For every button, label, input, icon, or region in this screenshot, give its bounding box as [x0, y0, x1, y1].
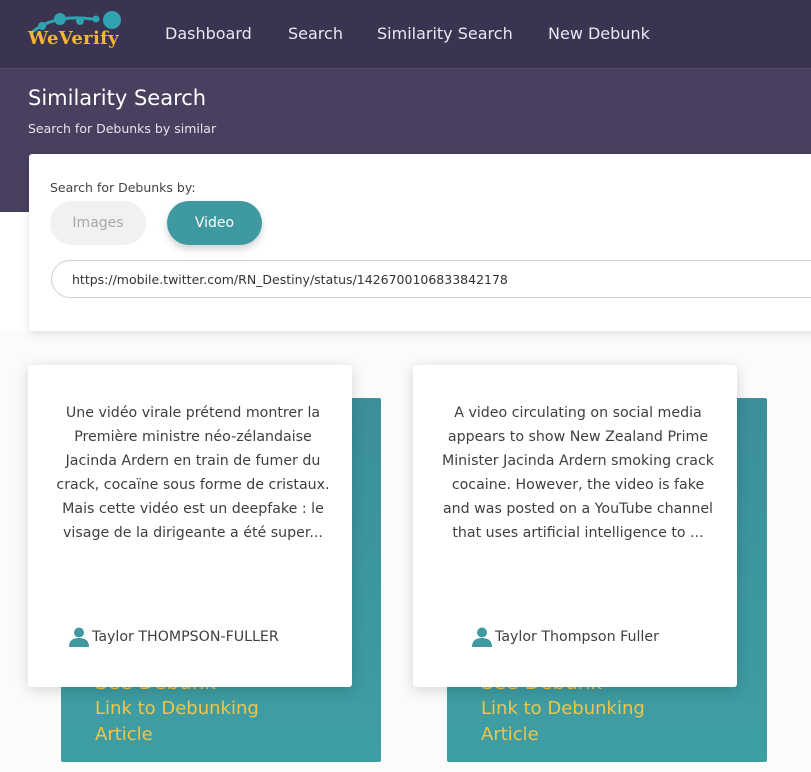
- user-icon: [472, 627, 492, 647]
- nav-dashboard[interactable]: Dashboard: [165, 24, 252, 43]
- page-subtitle: Search for Debunks by similar: [28, 121, 217, 136]
- nav-new-debunk[interactable]: New Debunk: [548, 24, 650, 43]
- images-toggle-button[interactable]: Images: [50, 201, 146, 245]
- debunk-article-link[interactable]: Link to Debunking Article: [481, 696, 701, 748]
- author-name: Taylor Thompson Fuller: [495, 629, 659, 645]
- page-title: Similarity Search: [28, 86, 207, 110]
- user-icon: [69, 627, 89, 647]
- debunk-author: Taylor Thompson Fuller: [471, 627, 659, 647]
- debunk-card[interactable]: A video circulating on social media appe…: [413, 365, 737, 687]
- video-toggle-button[interactable]: Video: [167, 201, 262, 245]
- nav-similarity-search[interactable]: Similarity Search: [377, 24, 513, 43]
- debunk-summary: A video circulating on social media appe…: [442, 405, 714, 541]
- debunk-article-link[interactable]: Link to Debunking Article: [95, 696, 315, 748]
- nav-search[interactable]: Search: [288, 24, 343, 43]
- debunk-author: Taylor THOMPSON-FULLER: [68, 627, 279, 647]
- author-name: Taylor THOMPSON-FULLER: [92, 629, 279, 645]
- search-label: Search for Debunks by:: [50, 180, 196, 195]
- url-input[interactable]: https://mobile.twitter.com/RN_Destiny/st…: [51, 260, 811, 298]
- debunk-card[interactable]: Une vidéo virale prétend montrer la Prem…: [28, 365, 352, 687]
- header-divider: [0, 68, 811, 69]
- top-navbar: WeVerify Dashboard Search Similarity Sea…: [0, 0, 811, 68]
- brand-name[interactable]: WeVerify: [28, 28, 119, 49]
- debunk-summary: Une vidéo virale prétend montrer la Prem…: [56, 405, 330, 541]
